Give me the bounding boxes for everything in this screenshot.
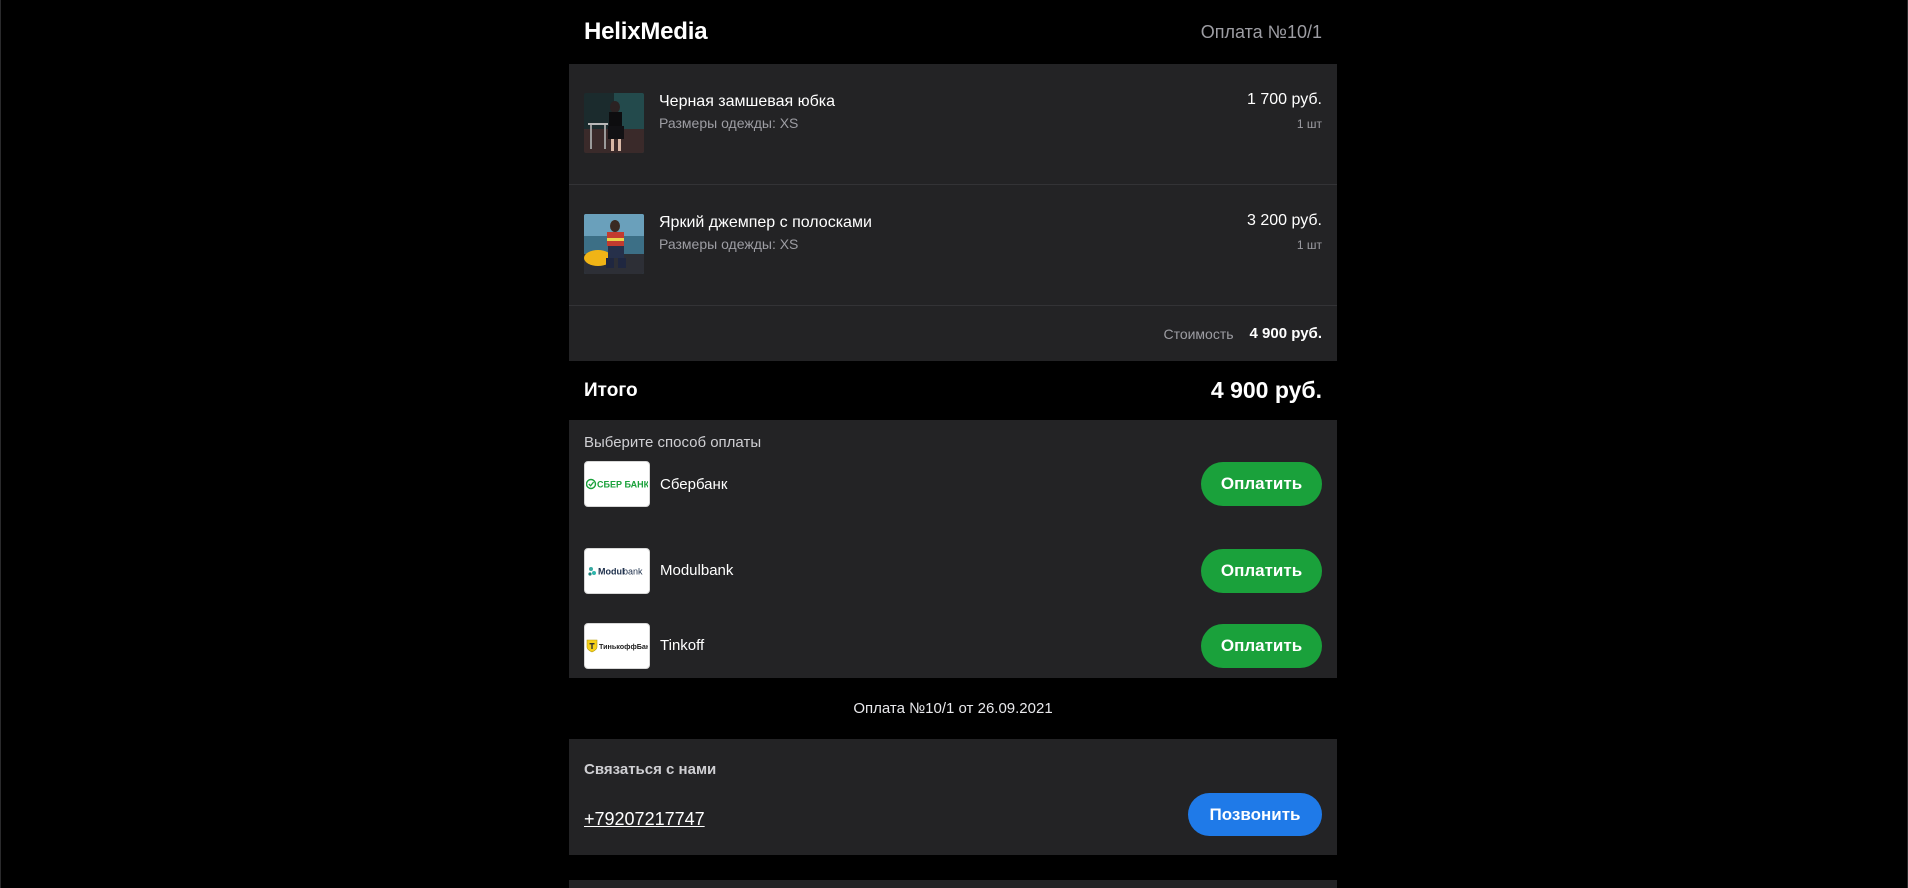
phone-link[interactable]: +79207217747 — [584, 809, 705, 830]
payment-method-tinkoff: ТинькоффБанк Tinkoff Оплатить — [584, 608, 1322, 683]
brand-title: HelixMedia — [584, 18, 708, 45]
pay-modulbank-button[interactable]: Оплатить — [1201, 548, 1322, 593]
sberbank-logo-icon: СБЕР БАНК — [584, 461, 650, 507]
contact-section: Связаться с нами +79207217747 Позвонить — [569, 739, 1337, 855]
cart-item[interactable]: Черная замшевая юбка Размеры одежды: XS … — [569, 64, 1337, 185]
product-quantity: 1 шт — [1296, 117, 1322, 131]
product-image — [584, 93, 644, 153]
total-value: 4 900 руб. — [1210, 377, 1322, 403]
checkout-column: HelixMedia Оплата №10/1 Черная замшевая … — [569, 0, 1337, 888]
product-price: 1 700 руб. — [1247, 91, 1322, 108]
tinkoff-logo-icon: ТинькоффБанк — [584, 622, 650, 669]
order-date-caption: Оплата №10/1 от 26.09.2021 — [853, 700, 1053, 717]
subtotal-label: Стоимость — [1163, 325, 1234, 342]
svg-text:ТинькоффБанк: ТинькоффБанк — [599, 642, 648, 651]
bank-name: Tinkoff — [660, 637, 705, 654]
product-quantity: 1 шт — [1296, 238, 1322, 252]
cart: Черная замшевая юбка Размеры одежды: XS … — [569, 64, 1337, 361]
modulbank-logo-icon: Modul bank — [584, 547, 650, 594]
subtotal-value: 4 900 руб. — [1249, 325, 1322, 342]
svg-text:Modul: Modul — [598, 566, 625, 576]
svg-text:СБЕР БАНК: СБЕР БАНК — [597, 480, 648, 490]
cart-item[interactable]: Яркий джемпер с полосками Размеры одежды… — [569, 185, 1337, 306]
product-name: Яркий джемпер с полосками — [659, 214, 872, 231]
product-size: Размеры одежды: XS — [659, 115, 799, 131]
total-row: Итого 4 900 руб. — [569, 361, 1337, 420]
svg-text:bank: bank — [623, 566, 643, 576]
payment-methods: Выберите способ оплаты СБЕР БАНК Сбербан… — [569, 420, 1337, 678]
product-image — [584, 214, 644, 274]
header: HelixMedia Оплата №10/1 — [569, 0, 1337, 64]
payment-methods-title: Выберите способ оплаты — [584, 434, 762, 451]
bank-name: Сбербанк — [660, 475, 728, 493]
payment-method-modulbank: Modul bank Modulbank Оплатить — [584, 533, 1322, 608]
pay-tinkoff-button[interactable]: Оплатить — [1201, 623, 1322, 668]
pay-sberbank-button[interactable]: Оплатить — [1201, 462, 1322, 506]
product-price: 3 200 руб. — [1247, 212, 1322, 229]
subtotal-row: Стоимость 4 900 руб. — [569, 306, 1337, 361]
payment-method-sberbank: СБЕР БАНК Сбербанк Оплатить — [584, 458, 1322, 510]
contact-title: Связаться с нами — [584, 761, 717, 778]
order-number: Оплата №10/1 — [1200, 21, 1322, 42]
product-size: Размеры одежды: XS — [659, 236, 799, 252]
product-name: Черная замшевая юбка — [659, 93, 836, 110]
bank-name: Modulbank — [660, 562, 734, 579]
next-section-edge — [569, 880, 1337, 888]
window-edge-left — [0, 0, 1, 888]
checkout-page: HelixMedia Оплата №10/1 Черная замшевая … — [0, 0, 1908, 888]
total-label: Итого — [584, 379, 638, 401]
call-button[interactable]: Позвонить — [1188, 793, 1322, 836]
